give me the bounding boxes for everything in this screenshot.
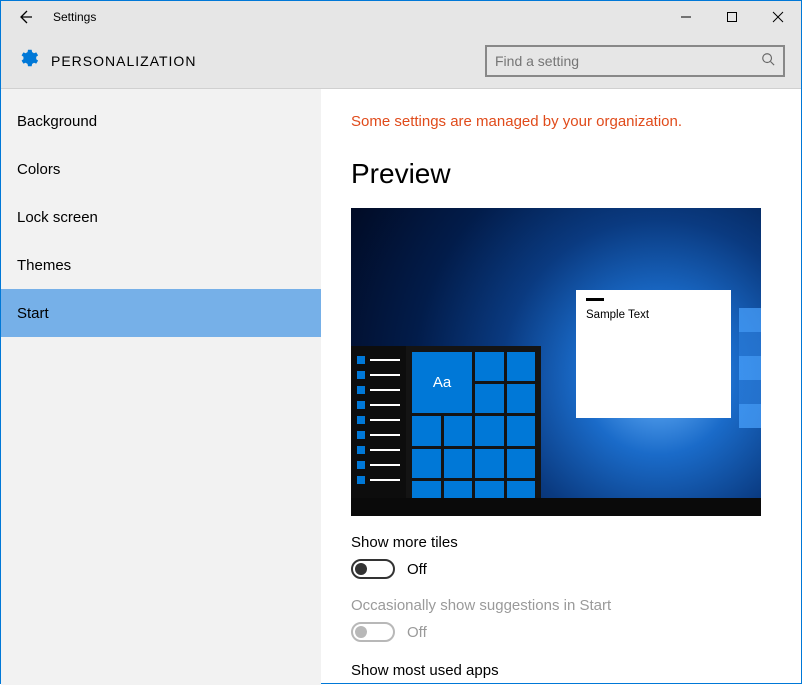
windows-logo-stripes [739,308,761,428]
maximize-button[interactable] [709,1,755,33]
preview-box: Sample Text Aa [351,208,761,516]
mini-start-tiles: Aa [406,346,541,516]
sidebar-item-label: Start [17,305,49,322]
header: PERSONALIZATION [1,33,801,89]
minimize-button[interactable] [663,1,709,33]
setting-most-used-apps-label: Show most used apps [351,662,771,679]
sidebar-item-colors[interactable]: Colors [1,145,321,193]
sidebar-item-label: Themes [17,257,71,274]
search-box[interactable] [485,45,785,77]
sidebar-item-start[interactable]: Start [1,289,321,337]
sidebar-item-background[interactable]: Background [1,97,321,145]
toggle-state: Off [407,624,427,641]
mini-start-menu: Aa [351,346,541,516]
sidebar: Background Colors Lock screen Themes Sta… [1,89,321,685]
close-button[interactable] [755,1,801,33]
gear-icon [17,47,39,75]
mini-taskbar [351,498,761,516]
search-icon [761,52,775,69]
toggle-suggestions [351,622,395,642]
setting-label: Show more tiles [351,534,771,551]
sidebar-item-label: Colors [17,161,60,178]
setting-suggestions: Occasionally show suggestions in Start O… [351,597,771,642]
sidebar-item-themes[interactable]: Themes [1,241,321,289]
back-button[interactable] [1,9,49,25]
setting-label: Occasionally show suggestions in Start [351,597,771,614]
tile-aa: Aa [412,352,472,413]
window-title: Settings [49,10,663,24]
mini-start-list [351,346,406,516]
content: Some settings are managed by your organi… [321,89,801,685]
sample-window-accent [586,298,604,301]
toggle-show-more-tiles[interactable] [351,559,395,579]
toggle-state: Off [407,561,427,578]
titlebar: Settings [1,1,801,33]
sidebar-item-label: Lock screen [17,209,98,226]
sample-window-text: Sample Text [586,309,721,321]
setting-show-more-tiles: Show more tiles Off [351,534,771,579]
section-title: PERSONALIZATION [51,53,485,69]
sidebar-item-label: Background [17,113,97,130]
managed-notice: Some settings are managed by your organi… [351,113,771,130]
preview-heading: Preview [351,158,771,190]
search-input[interactable] [495,53,761,69]
sample-window: Sample Text [576,290,731,418]
sidebar-item-lock-screen[interactable]: Lock screen [1,193,321,241]
